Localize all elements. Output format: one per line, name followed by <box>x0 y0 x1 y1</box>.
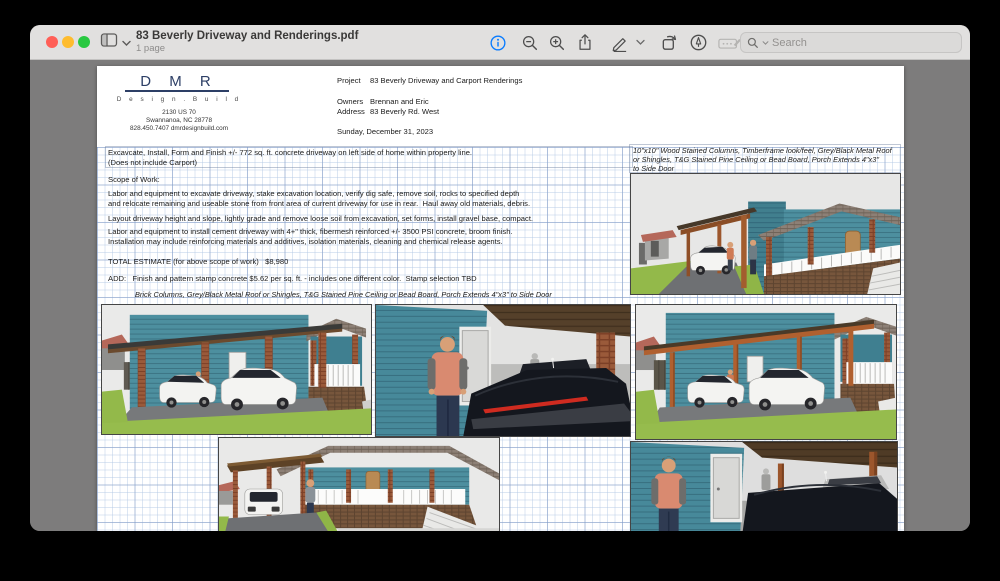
search-input[interactable]: Search <box>740 32 962 53</box>
toolbar <box>485 25 743 60</box>
minimize-button[interactable] <box>62 36 74 48</box>
under-carport-closeup-brick-rendering <box>375 304 631 437</box>
zoom-in-button[interactable] <box>544 31 570 55</box>
carport-brick-columns-side-rendering <box>101 304 372 435</box>
preview-window: 83 Beverly Driveway and Renderings.pdf 1… <box>30 25 970 531</box>
close-button[interactable] <box>46 36 58 48</box>
search-chevron-icon <box>762 40 769 46</box>
window-title: 83 Beverly Driveway and Renderings.pdf <box>136 29 358 43</box>
note-tr-line3: to Side Door <box>633 164 674 173</box>
figure-1 <box>727 242 734 271</box>
scope3-line1: Labor and equipment to install cement dr… <box>108 227 513 237</box>
zoom-in-icon <box>548 34 566 52</box>
note-bottom: Brick Columns, Grey/Black Metal Roof or … <box>135 290 552 299</box>
project-meta: Project83 Beverly Driveway and Carport R… <box>337 76 522 137</box>
logo-address: 2130 US 70 Swannanoa, NC 28778 828.450.7… <box>115 109 243 133</box>
share-button[interactable] <box>572 31 598 55</box>
screenshot: 83 Beverly Driveway and Renderings.pdf 1… <box>0 0 1000 581</box>
titlebar: 83 Beverly Driveway and Renderings.pdf 1… <box>30 25 970 60</box>
logo-name: D M R <box>115 74 243 90</box>
page-count: 1 page <box>136 43 358 54</box>
add-option: ADD: Finish and pattern stamp concrete $… <box>108 274 477 284</box>
share-icon <box>576 33 594 52</box>
project-label: Project <box>337 76 370 86</box>
project-value: 83 Beverly Driveway and Carport Renderin… <box>370 76 522 86</box>
markup-button[interactable] <box>606 31 632 55</box>
logo-tagline: D e s i g n . B u i l d <box>115 95 243 104</box>
window-title-block: 83 Beverly Driveway and Renderings.pdf 1… <box>136 29 358 54</box>
scope1-line2: and relocate remaining and useable stone… <box>108 199 530 209</box>
carport-porch-perspective-rendering <box>630 173 901 295</box>
pdf-viewport[interactable]: D M R D e s i g n . B u i l d 2130 US 70… <box>30 61 970 531</box>
zoom-out-button[interactable] <box>517 31 543 55</box>
scope2-line: Layout driveway height and slope, lightl… <box>108 214 533 224</box>
search-icon <box>747 37 759 49</box>
total-estimate: TOTAL ESTIMATE (for above scope of work)… <box>108 257 288 267</box>
sidebar-icon <box>100 32 118 53</box>
search-placeholder: Search <box>772 37 807 49</box>
markup-pen-icon <box>610 34 629 52</box>
autofill-icon <box>718 35 742 51</box>
sidebar-toggle[interactable] <box>100 32 131 53</box>
logo-rule <box>125 90 229 92</box>
markup-menu-button[interactable] <box>632 31 648 55</box>
rotate-button[interactable] <box>656 31 682 55</box>
intro-line2: (Does not include Carport) <box>108 158 197 168</box>
zoom-out-icon <box>521 34 539 52</box>
intro-line1: Excavcate, Install, Form and Finish +/- … <box>108 148 472 158</box>
scope-heading: Scope of Work: <box>108 175 160 185</box>
house-front-overview-rendering <box>218 437 500 531</box>
owners-value: Brennan and Eric <box>370 97 429 107</box>
carport-wood-columns-side-rendering <box>635 304 897 440</box>
under-carport-closeup-wood-rendering <box>630 441 898 531</box>
scope3-line2: Installation may include reinforcing mat… <box>108 237 503 247</box>
annotate-button[interactable] <box>685 31 711 55</box>
owners-label: Owners <box>337 97 370 107</box>
chevron-down-icon <box>122 34 131 52</box>
rotate-icon <box>660 33 679 52</box>
dmr-logo: D M R D e s i g n . B u i l d 2130 US 70… <box>115 74 243 133</box>
note-tr-line2: or Shingles, T&G Stained Pine Ceiling or… <box>633 155 879 164</box>
scope1-line1: Labor and equipment to excavate driveway… <box>108 189 519 199</box>
markup-chevron-icon <box>636 39 645 46</box>
address-value: 83 Beverly Rd. West <box>370 107 439 117</box>
zoom-window-button[interactable] <box>78 36 90 48</box>
note-tr-line1: 10"x10" Wood Stained Columns, Timberfram… <box>633 146 892 155</box>
info-icon <box>489 34 507 52</box>
annotate-circle-icon <box>689 33 708 52</box>
info-button[interactable] <box>485 31 511 55</box>
address-label: Address <box>337 107 370 117</box>
pdf-page: D M R D e s i g n . B u i l d 2130 US 70… <box>97 66 904 531</box>
date-value: Sunday, December 31, 2023 <box>337 127 433 137</box>
